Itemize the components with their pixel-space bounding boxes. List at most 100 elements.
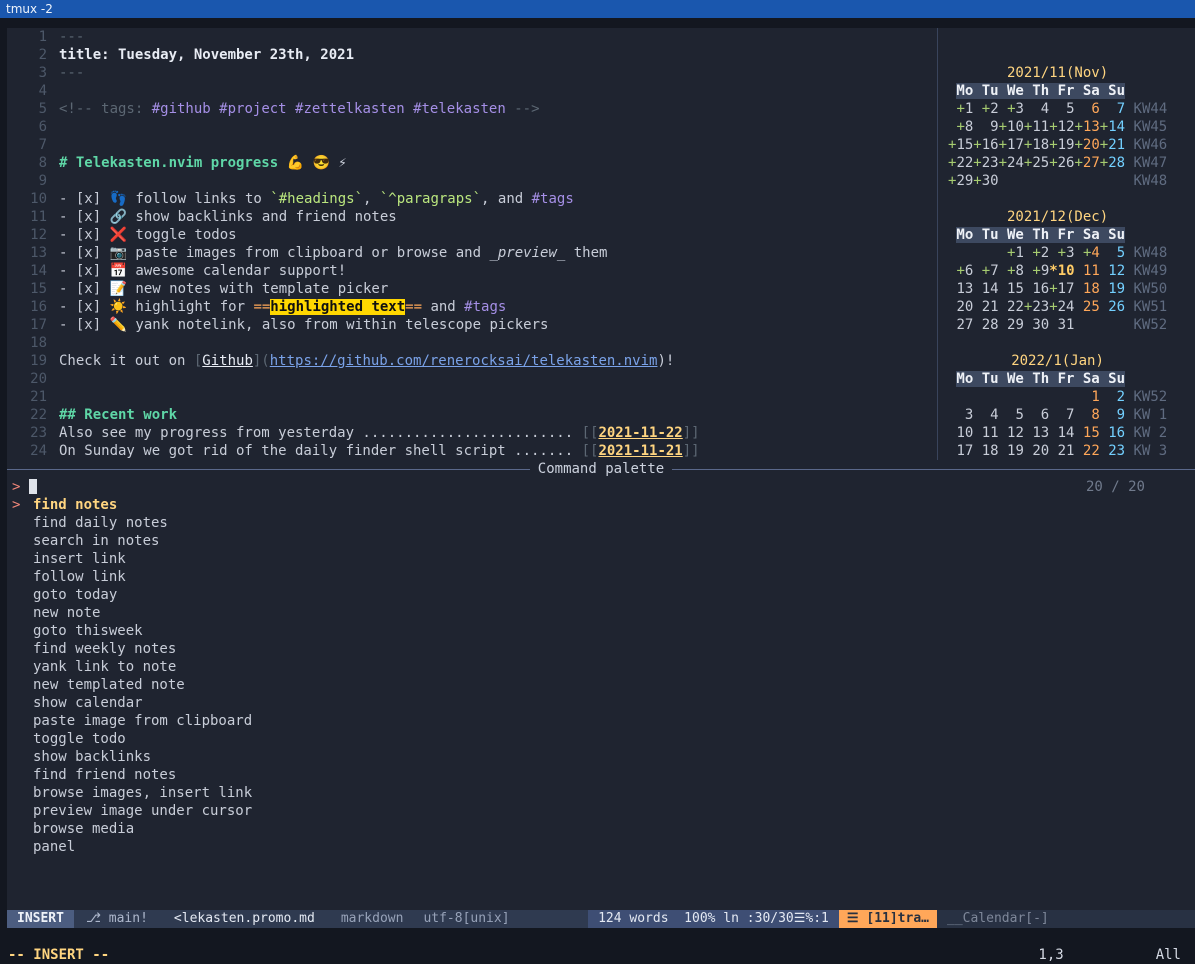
calendar-day[interactable]: +23: [973, 154, 998, 172]
calendar-day[interactable]: 1: [1074, 388, 1099, 406]
calendar-day[interactable]: +7: [973, 262, 998, 280]
calendar-day[interactable]: +1: [948, 100, 973, 118]
calendar-day[interactable]: +17: [1049, 280, 1074, 298]
calendar-day[interactable]: +30: [973, 172, 998, 190]
palette-item[interactable]: goto thisweek: [7, 622, 1195, 640]
calendar-day[interactable]: +17: [999, 136, 1024, 154]
palette-item[interactable]: yank link to note: [7, 658, 1195, 676]
calendar-day[interactable]: 28: [973, 316, 998, 334]
calendar-day[interactable]: +3: [1049, 244, 1074, 262]
calendar-day[interactable]: +21: [1100, 136, 1125, 154]
calendar-day[interactable]: 7: [1049, 406, 1074, 424]
calendar-day[interactable]: +1: [999, 244, 1024, 262]
calendar-day[interactable]: 6: [1024, 406, 1049, 424]
palette-item[interactable]: search in notes: [7, 532, 1195, 550]
calendar-day[interactable]: 8: [1074, 406, 1099, 424]
calendar-day[interactable]: 14: [973, 280, 998, 298]
calendar-day[interactable]: 4: [1024, 100, 1049, 118]
calendar-day[interactable]: +10: [999, 118, 1024, 136]
calendar-day[interactable]: 4: [973, 406, 998, 424]
calendar-day[interactable]: 19: [1100, 280, 1125, 298]
command-line[interactable]: :lua require('telekasten').panel(): [7, 928, 1195, 946]
calendar-day[interactable]: +24: [999, 154, 1024, 172]
palette-item[interactable]: insert link: [7, 550, 1195, 568]
calendar-day[interactable]: 15: [999, 280, 1024, 298]
calendar-day[interactable]: +8: [999, 262, 1024, 280]
calendar-day[interactable]: 25: [1074, 298, 1099, 316]
calendar-day[interactable]: 19: [999, 442, 1024, 460]
calendar-day[interactable]: 18: [1074, 280, 1099, 298]
calendar-day[interactable]: +22: [948, 154, 973, 172]
calendar-day[interactable]: 16: [1024, 280, 1049, 298]
calendar-day[interactable]: +13: [1075, 118, 1100, 136]
calendar-day[interactable]: 12: [1100, 262, 1125, 280]
calendar-day[interactable]: +14: [1100, 118, 1125, 136]
calendar-day[interactable]: 22: [999, 298, 1024, 316]
palette-item[interactable]: browse images, insert link: [7, 784, 1195, 802]
calendar-day[interactable]: 5: [1049, 100, 1074, 118]
calendar-day[interactable]: +11: [1024, 118, 1049, 136]
palette-item[interactable]: show calendar: [7, 694, 1195, 712]
calendar-day[interactable]: 7: [1100, 100, 1125, 118]
calendar-day[interactable]: +19: [1049, 136, 1074, 154]
calendar-day[interactable]: 16: [1100, 424, 1125, 442]
calendar-day[interactable]: +9: [1024, 262, 1049, 280]
palette-item[interactable]: show backlinks: [7, 748, 1195, 766]
calendar-day[interactable]: +15: [948, 136, 973, 154]
calendar-day[interactable]: +12: [1049, 118, 1074, 136]
calendar-day[interactable]: 30: [1024, 316, 1049, 334]
calendar-day[interactable]: 10: [948, 424, 973, 442]
calendar-day[interactable]: 11: [973, 424, 998, 442]
palette-item[interactable]: preview image under cursor: [7, 802, 1195, 820]
calendar-day[interactable]: 14: [1049, 424, 1074, 442]
calendar-day[interactable]: 27: [948, 316, 973, 334]
palette-item[interactable]: find weekly notes: [7, 640, 1195, 658]
calendar-day[interactable]: +4: [1075, 244, 1100, 262]
calendar-day[interactable]: +26: [1049, 154, 1074, 172]
calendar-day[interactable]: 21: [973, 298, 998, 316]
calendar-day[interactable]: 2: [1100, 388, 1125, 406]
palette-item[interactable]: follow link: [7, 568, 1195, 586]
palette-item[interactable]: goto today: [7, 586, 1195, 604]
calendar-day[interactable]: 17: [948, 442, 973, 460]
palette-item[interactable]: panel: [7, 838, 1195, 856]
calendar-day[interactable]: +18: [1024, 136, 1049, 154]
calendar-day[interactable]: 31: [1049, 316, 1074, 334]
palette-item[interactable]: find daily notes: [7, 514, 1195, 532]
calendar-day[interactable]: 6: [1075, 100, 1100, 118]
calendar-day[interactable]: +29: [948, 172, 973, 190]
calendar-day[interactable]: +27: [1074, 154, 1099, 172]
calendar-day[interactable]: +8: [948, 118, 973, 136]
calendar-day[interactable]: +23: [1024, 298, 1049, 316]
calendar-day[interactable]: 5: [1100, 244, 1125, 262]
calendar-day[interactable]: 21: [1049, 442, 1074, 460]
calendar-day[interactable]: 5: [999, 406, 1024, 424]
calendar-day[interactable]: 26: [1100, 298, 1125, 316]
palette-item[interactable]: find friend notes: [7, 766, 1195, 784]
palette-item[interactable]: new templated note: [7, 676, 1195, 694]
palette-prompt[interactable]: > 20 / 20: [7, 478, 1195, 496]
calendar-day[interactable]: 13: [948, 280, 973, 298]
calendar-day[interactable]: 11: [1075, 262, 1100, 280]
calendar-day[interactable]: 13: [1024, 424, 1049, 442]
calendar-day[interactable]: *10: [1049, 262, 1074, 280]
palette-item[interactable]: >find notes: [7, 496, 1195, 514]
calendar-day[interactable]: +24: [1049, 298, 1074, 316]
calendar-day[interactable]: 12: [999, 424, 1024, 442]
calendar-day[interactable]: +3: [999, 100, 1024, 118]
calendar-day[interactable]: +6: [948, 262, 973, 280]
calendar-day[interactable]: 20: [948, 298, 973, 316]
calendar-day[interactable]: 9: [1100, 406, 1125, 424]
calendar-day[interactable]: +20: [1074, 136, 1099, 154]
calendar-day[interactable]: +2: [1024, 244, 1049, 262]
calendar-day[interactable]: 23: [1100, 442, 1125, 460]
palette-item[interactable]: paste image from clipboard: [7, 712, 1195, 730]
palette-item[interactable]: browse media: [7, 820, 1195, 838]
calendar-day[interactable]: 20: [1024, 442, 1049, 460]
calendar-day[interactable]: +2: [973, 100, 998, 118]
calendar-day[interactable]: 15: [1074, 424, 1099, 442]
calendar-day[interactable]: 9: [973, 118, 998, 136]
calendar-day[interactable]: +28: [1100, 154, 1125, 172]
editor[interactable]: 1---2title: Tuesday, November 23th, 2021…: [7, 28, 937, 460]
calendar-day[interactable]: 3: [948, 406, 973, 424]
